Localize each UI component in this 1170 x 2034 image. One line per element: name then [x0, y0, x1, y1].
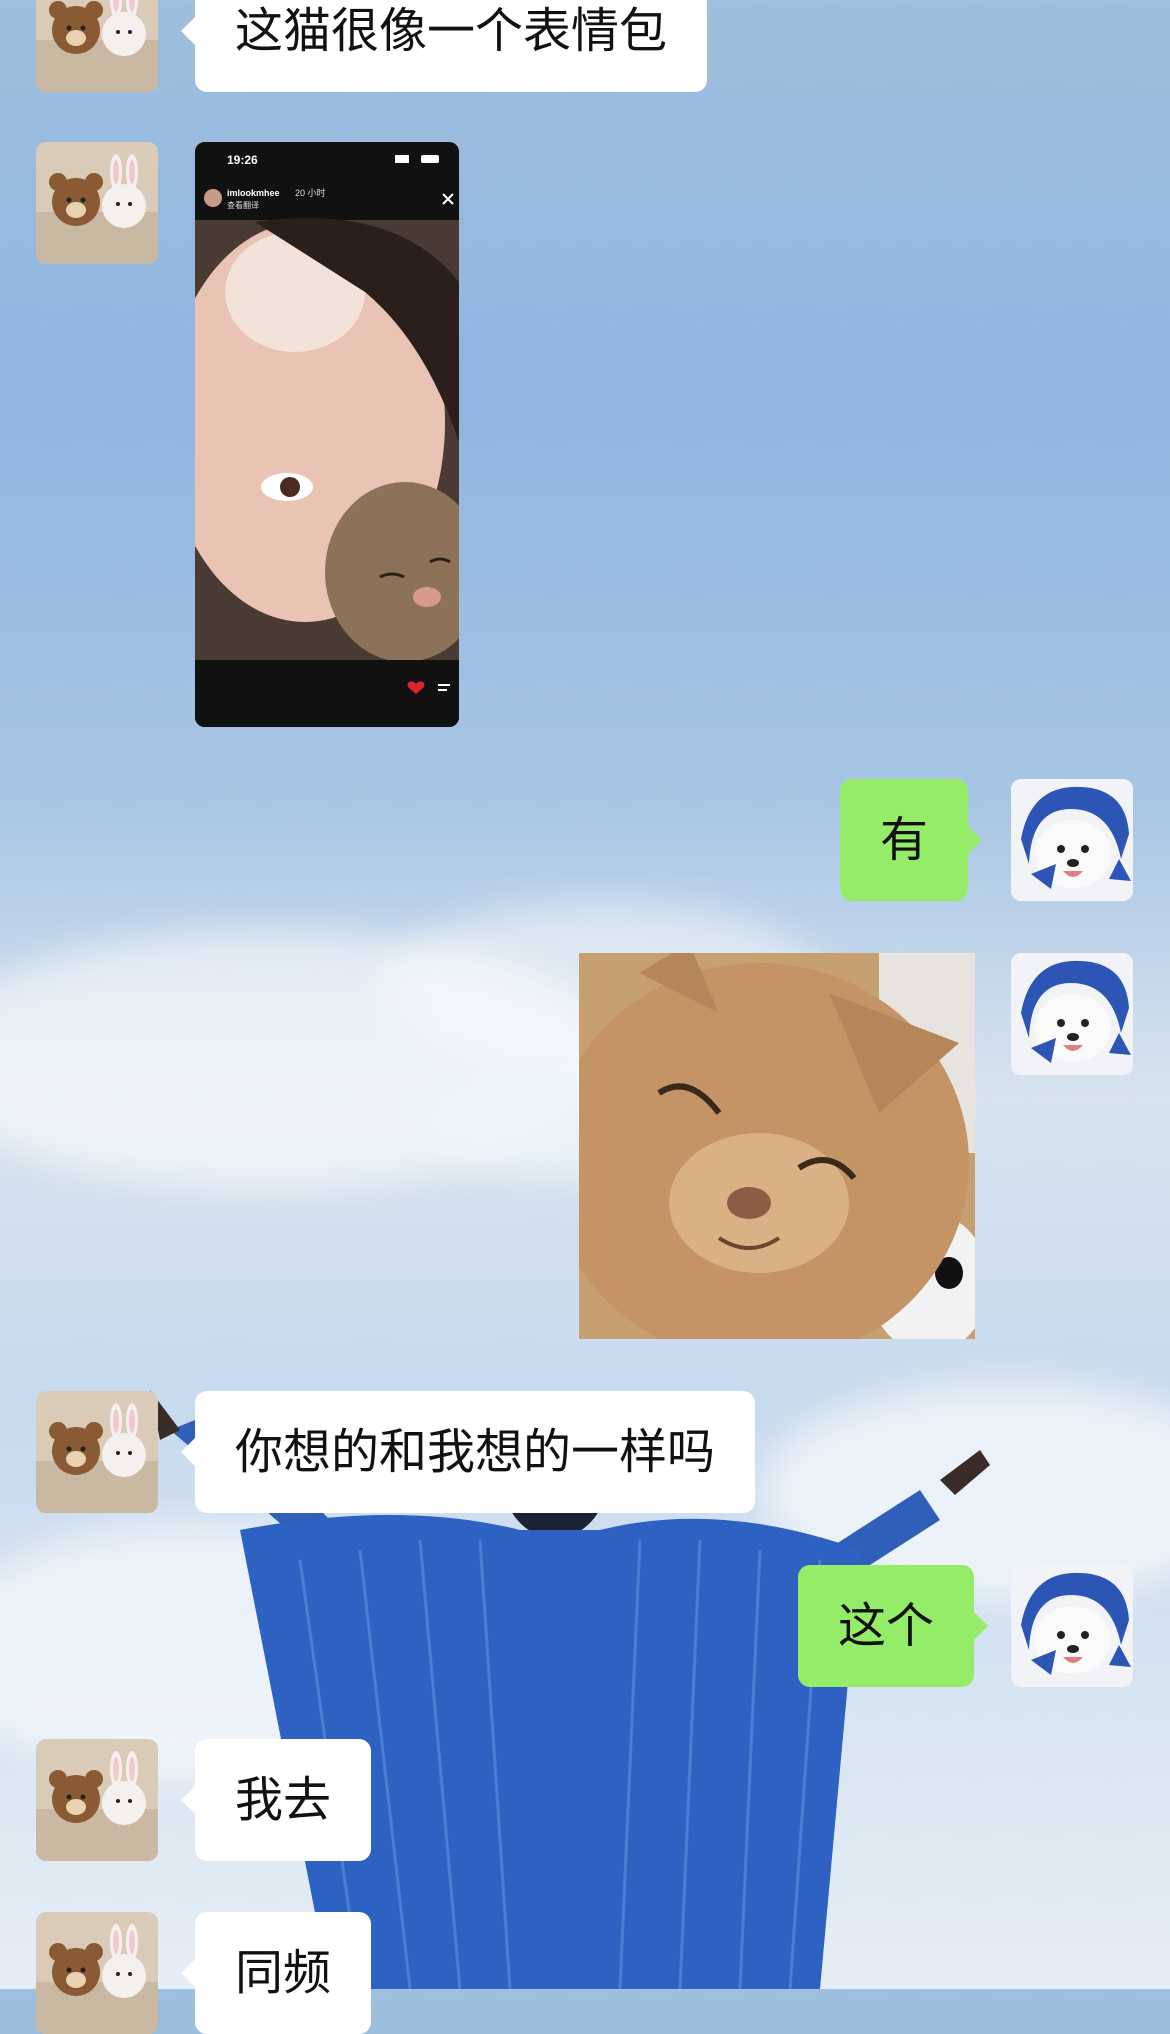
my-avatar[interactable] — [1011, 953, 1133, 1075]
image-message-phone-screenshot[interactable]: 19:26 imlookmhee 20 小时 查看翻译 — [195, 142, 459, 727]
story-time: 20 小时 — [295, 187, 326, 198]
image-message-smiling-cat[interactable] — [579, 953, 975, 1339]
message-bubble-incoming[interactable]: 我去 — [180, 1739, 372, 1861]
contact-avatar[interactable] — [36, 142, 158, 264]
contact-avatar[interactable] — [36, 1391, 158, 1513]
contact-avatar[interactable] — [36, 0, 158, 92]
message-bubble-incoming[interactable]: 你想的和我想的一样吗 — [180, 1391, 756, 1513]
message-bubble-outgoing[interactable]: 有 — [840, 779, 983, 901]
story-subline: 查看翻译 — [227, 200, 259, 210]
contact-avatar[interactable] — [36, 1912, 158, 2034]
contact-avatar[interactable] — [36, 1739, 158, 1861]
message-bubble-outgoing[interactable]: 这个 — [798, 1565, 989, 1687]
status-time: 19:26 — [227, 153, 258, 167]
my-avatar[interactable] — [1011, 779, 1133, 901]
message-bubble-incoming[interactable]: 这猫很像一个表情包 — [180, 0, 708, 92]
message-bubble-incoming[interactable]: 同频 — [180, 1912, 372, 2034]
my-avatar[interactable] — [1011, 1565, 1133, 1687]
story-username: imlookmhee — [227, 188, 280, 198]
chat-message-list[interactable]: 这猫很像一个表情包 19:26 imlookmhee 20 小时 查看翻译 有 … — [0, 0, 1170, 2034]
